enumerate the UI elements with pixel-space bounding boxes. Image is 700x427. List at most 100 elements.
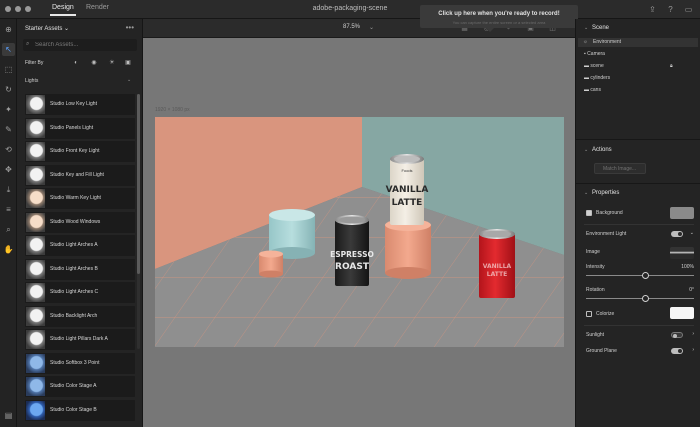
list-item[interactable]: Studio Backlight Arch xyxy=(25,305,135,327)
rotate-tool-icon[interactable]: ⟲ xyxy=(2,143,15,156)
chevron-down-icon[interactable]: ⌄ xyxy=(127,77,131,83)
divider xyxy=(576,183,700,184)
asset-thumbnail xyxy=(26,400,45,420)
pan-tool-icon[interactable]: ✋ xyxy=(2,243,15,256)
intensity-slider-knob[interactable] xyxy=(641,272,649,279)
category-label[interactable]: Lights xyxy=(25,78,38,84)
can-brand: Foods xyxy=(401,168,412,173)
environment-light-toggle[interactable] xyxy=(671,231,683,237)
list-item[interactable]: Studio Warm Key Light xyxy=(25,188,135,209)
library-icon[interactable]: ▤ xyxy=(2,409,15,422)
colorize-checkbox[interactable] xyxy=(586,311,592,317)
chevron-right-icon[interactable]: › xyxy=(692,347,694,353)
help-icon[interactable]: ? xyxy=(665,4,676,15)
scene-item-scene[interactable]: ▬ scene xyxy=(584,63,604,69)
tooltip-text: Click up here when you're ready to recor… xyxy=(438,11,560,17)
align-tool-icon[interactable]: ≡ xyxy=(2,203,15,216)
zoom-level[interactable]: 87.5% xyxy=(343,24,360,30)
share-icon[interactable]: ⇪ xyxy=(647,4,658,15)
small-peach-cylinder[interactable] xyxy=(259,250,283,278)
move-tool-icon[interactable]: ✥ xyxy=(2,163,15,176)
list-item[interactable]: Studio Light Arches B xyxy=(25,258,135,280)
actions-section-title[interactable]: Actions xyxy=(592,147,612,153)
asset-thumbnail xyxy=(26,142,45,161)
environment-image-thumbnail[interactable] xyxy=(670,247,694,259)
filter-material-icon[interactable]: ◐ xyxy=(72,59,80,67)
filter-light-icon[interactable]: ☀ xyxy=(108,59,116,67)
asset-thumbnail xyxy=(26,118,45,138)
left-toolbar: ⊕ ↖ ⬚ ↻ ✦ ✎ ⟲ ✥ ⤓ ≡ ⌕ ✋ ▤ xyxy=(0,19,17,427)
add-content-icon[interactable]: ⊕ xyxy=(2,23,15,36)
can-label-line2: LATTE xyxy=(392,198,423,208)
asset-scrollbar[interactable] xyxy=(137,94,140,349)
scene-viewport[interactable]: Foods VANILLA LATTE ESPRESSO ROAST VANIL… xyxy=(155,117,564,347)
search-box: ⌕ xyxy=(23,39,137,51)
list-item[interactable]: Studio Light Arches C xyxy=(25,282,135,303)
select-box-tool-icon[interactable]: ⬚ xyxy=(2,63,15,76)
rotation-label: Rotation xyxy=(586,287,605,293)
list-item[interactable]: Studio Panels Light xyxy=(25,117,135,139)
scene-item-cans[interactable]: ▬ cans xyxy=(584,87,601,93)
filter-image-icon[interactable]: ▣ xyxy=(124,59,132,67)
right-panel: ⌄ Scene ☼ Environment ▪ Camera ▬ scene 🔒… xyxy=(575,19,700,427)
scrollbar-thumb[interactable] xyxy=(137,94,140,274)
chevron-down-icon[interactable]: ⌄ xyxy=(584,190,588,196)
drop-tool-icon[interactable]: ⤓ xyxy=(2,183,15,196)
select-tool-icon[interactable]: ↖ xyxy=(2,43,15,56)
chevron-down-icon[interactable]: ⌄ xyxy=(690,230,694,236)
search-icon: ⌕ xyxy=(26,41,30,47)
chevron-down-icon: ⌄ xyxy=(64,26,70,32)
feedback-icon[interactable]: ▭ xyxy=(683,4,694,15)
colorize-color-swatch[interactable] xyxy=(670,307,694,319)
sample-tool-icon[interactable]: ✎ xyxy=(2,123,15,136)
red-can[interactable]: VANILLA LATTE xyxy=(479,229,515,298)
rotation-slider-knob[interactable] xyxy=(641,295,649,302)
chevron-down-icon[interactable]: ⌄ xyxy=(369,24,374,31)
list-item[interactable]: Studio Light Arches A xyxy=(25,235,135,256)
scene-section-title[interactable]: Scene xyxy=(592,25,609,31)
sunlight-toggle[interactable] xyxy=(671,332,683,338)
scene-item-camera[interactable]: ▪ Camera xyxy=(584,51,605,57)
can-label-line1: VANILLA xyxy=(386,185,429,195)
list-item[interactable]: Studio Low Key Light xyxy=(25,94,135,115)
more-options-icon[interactable]: ••• xyxy=(126,23,134,32)
search-input[interactable] xyxy=(35,41,133,49)
vanilla-latte-can[interactable]: Foods VANILLA LATTE xyxy=(386,154,429,225)
asset-thumbnail xyxy=(26,165,45,185)
intensity-slider[interactable] xyxy=(586,272,694,279)
tooltip-subtext: You can capture the entire screen or a s… xyxy=(452,20,546,25)
list-item[interactable]: Studio Front Key Light xyxy=(25,141,135,162)
chevron-down-icon[interactable]: ⌄ xyxy=(584,25,588,31)
filter-model-icon[interactable]: ◉ xyxy=(90,59,98,67)
background-color-swatch[interactable] xyxy=(670,207,694,219)
list-item[interactable]: Studio Light Pillars Dark A xyxy=(25,329,135,350)
assets-header[interactable]: Starter Assets ⌄ xyxy=(25,25,69,32)
match-image-button[interactable]: Match Image... xyxy=(594,163,646,174)
list-item[interactable]: Studio Softbox 3 Point xyxy=(25,352,135,374)
zoom-tool-icon[interactable]: ⌕ xyxy=(2,223,15,236)
properties-section-title[interactable]: Properties xyxy=(592,190,619,196)
lock-icon[interactable]: 🔒︎ xyxy=(670,63,673,69)
list-item[interactable]: Studio Key and Fill Light xyxy=(25,164,135,186)
intensity-label: Intensity xyxy=(586,264,605,270)
sunlight-label: Sunlight xyxy=(586,332,605,338)
espresso-roast-can[interactable]: ESPRESSO ROAST xyxy=(330,215,374,286)
background-checkbox[interactable] xyxy=(586,210,592,216)
magic-wand-icon[interactable]: ✦ xyxy=(2,103,15,116)
rotation-slider[interactable] xyxy=(586,295,694,302)
document-title: adobe-packaging-scene xyxy=(312,5,388,12)
list-item[interactable]: Studio Color Stage B xyxy=(25,399,135,421)
asset-thumbnail xyxy=(26,330,45,349)
asset-thumbnail xyxy=(26,259,45,279)
scene-item-environment[interactable]: ☼ Environment xyxy=(578,38,698,47)
chevron-down-icon[interactable]: ⌄ xyxy=(584,147,588,153)
tall-peach-cylinder[interactable] xyxy=(385,219,431,279)
ground-plane-toggle[interactable] xyxy=(671,348,683,354)
orbit-tool-icon[interactable]: ↻ xyxy=(2,83,15,96)
scene-item-cylinders[interactable]: ▬ cylinders xyxy=(584,75,610,81)
record-tooltip[interactable]: Click up here when you're ready to recor… xyxy=(420,5,578,28)
chevron-right-icon[interactable]: › xyxy=(692,331,694,337)
asset-thumbnail xyxy=(26,283,45,302)
list-item[interactable]: Studio Wood Windows xyxy=(25,211,135,233)
list-item[interactable]: Studio Color Stage A xyxy=(25,376,135,397)
